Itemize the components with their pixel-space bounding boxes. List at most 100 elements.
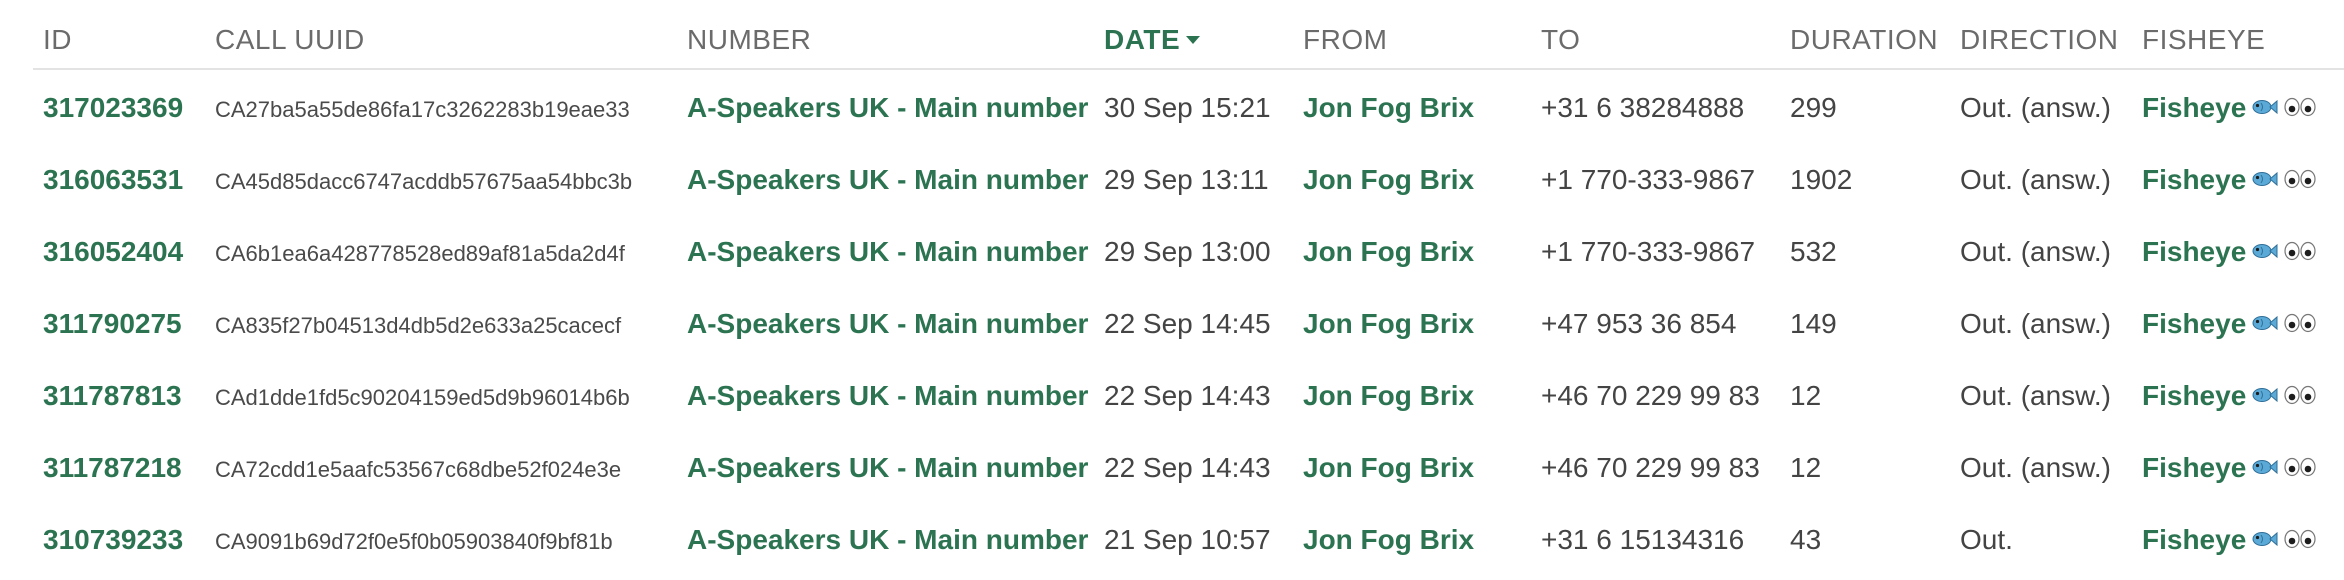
fish-icon (2252, 164, 2278, 196)
number-link[interactable]: A-Speakers UK - Main number (687, 524, 1088, 556)
call-direction: Out. (answ.) (1960, 236, 2111, 267)
to-number: +31 6 15134316 (1541, 524, 1745, 555)
fisheye-label: Fisheye (2142, 308, 2247, 339)
to-number: +46 70 229 99 83 (1541, 380, 1760, 411)
from-user-link[interactable]: Jon Fog Brix (1303, 452, 1474, 484)
call-direction: Out. (answ.) (1960, 164, 2111, 195)
fish-icon (2252, 92, 2278, 124)
column-header-number[interactable]: NUMBER (687, 24, 811, 56)
call-id-link[interactable]: 317023369 (43, 92, 183, 124)
call-date: 22 Sep 14:45 (1104, 308, 1271, 339)
table-row: 311787218 CA72cdd1e5aafc53567c68dbe52f02… (33, 430, 2344, 502)
from-user-link[interactable]: Jon Fog Brix (1303, 524, 1474, 556)
eyes-icon (2284, 524, 2316, 556)
call-uuid: CA45d85dacc6747acddb57675aa54bbc3b (215, 169, 633, 194)
call-direction: Out. (answ.) (1960, 92, 2111, 123)
number-link[interactable]: A-Speakers UK - Main number (687, 92, 1088, 124)
call-id-link[interactable]: 316063531 (43, 164, 183, 196)
table-header: ID CALL UUID NUMBER DATE FROM TO DURATIO… (33, 0, 2344, 70)
table-body: 317023369 CA27ba5a55de86fa17c3262283b19e… (33, 70, 2344, 574)
column-header-to[interactable]: TO (1541, 24, 1580, 56)
call-duration: 1902 (1790, 164, 1853, 195)
call-duration: 12 (1790, 452, 1822, 483)
call-date: 21 Sep 10:57 (1104, 524, 1271, 555)
fish-icon (2252, 380, 2278, 412)
fisheye-link[interactable]: Fisheye (2142, 452, 2316, 486)
column-header-direction[interactable]: DIRECTION (1960, 24, 2119, 56)
call-date: 29 Sep 13:00 (1104, 236, 1271, 267)
to-number: +1 770-333-9867 (1541, 236, 1756, 267)
column-header-id[interactable]: ID (43, 24, 72, 56)
call-id-link[interactable]: 311790275 (43, 308, 182, 340)
fisheye-label: Fisheye (2142, 164, 2247, 195)
column-header-date[interactable]: DATE (1104, 24, 1201, 56)
fish-icon (2252, 308, 2278, 340)
number-link[interactable]: A-Speakers UK - Main number (687, 308, 1088, 340)
from-user-link[interactable]: Jon Fog Brix (1303, 236, 1474, 268)
from-user-link[interactable]: Jon Fog Brix (1303, 164, 1474, 196)
to-number: +46 70 229 99 83 (1541, 452, 1760, 483)
fisheye-link[interactable]: Fisheye (2142, 308, 2316, 342)
eyes-icon (2284, 452, 2316, 484)
number-link[interactable]: A-Speakers UK - Main number (687, 164, 1088, 196)
number-link[interactable]: A-Speakers UK - Main number (687, 380, 1088, 412)
call-uuid: CA6b1ea6a428778528ed89af81a5da2d4f (215, 241, 625, 266)
fisheye-link[interactable]: Fisheye (2142, 164, 2316, 198)
column-header-from[interactable]: FROM (1303, 24, 1387, 56)
call-date: 22 Sep 14:43 (1104, 380, 1271, 411)
call-id-link[interactable]: 311787813 (43, 380, 182, 412)
fish-icon (2252, 236, 2278, 268)
eyes-icon (2284, 308, 2316, 340)
call-direction: Out. (answ.) (1960, 380, 2111, 411)
calls-table: ID CALL UUID NUMBER DATE FROM TO DURATIO… (33, 0, 2344, 574)
call-duration: 299 (1790, 92, 1837, 123)
fisheye-label: Fisheye (2142, 524, 2247, 555)
from-user-link[interactable]: Jon Fog Brix (1303, 308, 1474, 340)
call-duration: 12 (1790, 380, 1822, 411)
to-number: +31 6 38284888 (1541, 92, 1745, 123)
fish-icon (2252, 524, 2278, 556)
call-duration: 149 (1790, 308, 1837, 339)
table-row: 316063531 CA45d85dacc6747acddb57675aa54b… (33, 142, 2344, 214)
table-row: 311790275 CA835f27b04513d4db5d2e633a25ca… (33, 286, 2344, 358)
from-user-link[interactable]: Jon Fog Brix (1303, 380, 1474, 412)
eyes-icon (2284, 380, 2316, 412)
table-row: 310739233 CA9091b69d72f0e5f0b05903840f9b… (33, 502, 2344, 574)
call-date: 29 Sep 13:11 (1104, 164, 1269, 195)
fisheye-label: Fisheye (2142, 92, 2247, 123)
call-uuid: CA835f27b04513d4db5d2e633a25cacecf (215, 313, 622, 338)
fisheye-label: Fisheye (2142, 236, 2247, 267)
table-row: 317023369 CA27ba5a55de86fa17c3262283b19e… (33, 70, 2344, 142)
caret-down-icon (1186, 35, 1201, 44)
column-header-duration[interactable]: DURATION (1790, 24, 1938, 56)
call-uuid: CAd1dde1fd5c90204159ed5d9b96014b6b (215, 385, 630, 410)
call-id-link[interactable]: 310739233 (43, 524, 183, 556)
column-header-call-uuid[interactable]: CALL UUID (215, 24, 365, 56)
call-direction: Out. (answ.) (1960, 452, 2111, 483)
fisheye-link[interactable]: Fisheye (2142, 380, 2316, 414)
call-date: 30 Sep 15:21 (1104, 92, 1271, 123)
call-duration: 43 (1790, 524, 1822, 555)
table-row: 316052404 CA6b1ea6a428778528ed89af81a5da… (33, 214, 2344, 286)
call-uuid: CA27ba5a55de86fa17c3262283b19eae33 (215, 97, 630, 122)
call-direction: Out. (1960, 524, 2013, 555)
fisheye-label: Fisheye (2142, 452, 2247, 483)
fisheye-link[interactable]: Fisheye (2142, 524, 2316, 558)
to-number: +1 770-333-9867 (1541, 164, 1756, 195)
fisheye-link[interactable]: Fisheye (2142, 236, 2316, 270)
call-id-link[interactable]: 311787218 (43, 452, 182, 484)
number-link[interactable]: A-Speakers UK - Main number (687, 236, 1088, 268)
fisheye-label: Fisheye (2142, 380, 2247, 411)
call-date: 22 Sep 14:43 (1104, 452, 1271, 483)
table-row: 311787813 CAd1dde1fd5c90204159ed5d9b9601… (33, 358, 2344, 430)
fisheye-link[interactable]: Fisheye (2142, 92, 2316, 126)
call-uuid: CA72cdd1e5aafc53567c68dbe52f024e3e (215, 457, 622, 482)
number-link[interactable]: A-Speakers UK - Main number (687, 452, 1088, 484)
from-user-link[interactable]: Jon Fog Brix (1303, 92, 1474, 124)
to-number: +47 953 36 854 (1541, 308, 1737, 339)
call-id-link[interactable]: 316052404 (43, 236, 183, 268)
call-duration: 532 (1790, 236, 1837, 267)
fish-icon (2252, 452, 2278, 484)
eyes-icon (2284, 92, 2316, 124)
column-header-fisheye[interactable]: FISHEYE (2142, 24, 2265, 56)
